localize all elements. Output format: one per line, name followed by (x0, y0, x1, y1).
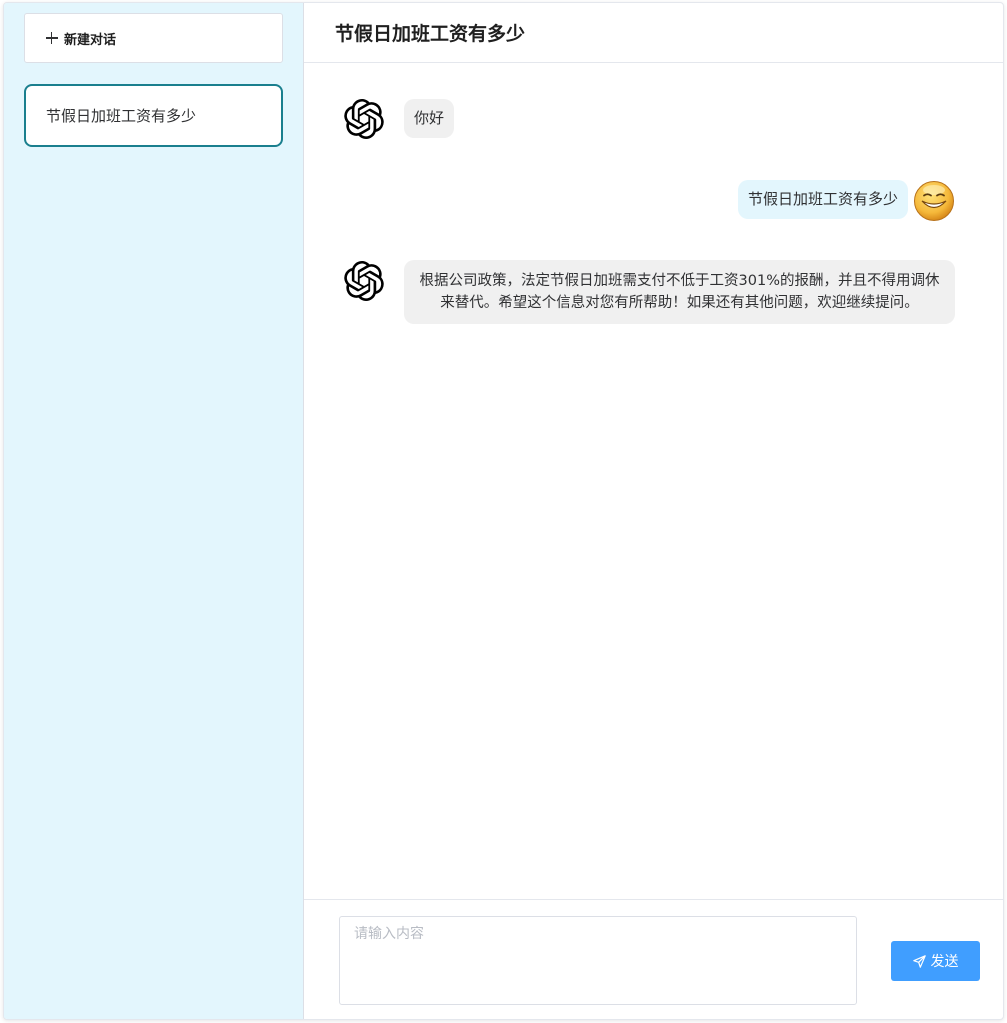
conversation-title: 节假日加班工资有多少 (46, 107, 197, 125)
chat-app-window: 新建对话 节假日加班工资有多少 节假日加班工资有多少 你好 节假日加班工资有多少 (3, 2, 1004, 1020)
send-button[interactable]: 发送 (891, 941, 980, 981)
plus-icon (46, 32, 58, 44)
composer: 发送 (304, 899, 1003, 1019)
smiley-avatar-icon (913, 180, 955, 222)
message-bubble-assistant: 你好 (404, 99, 455, 138)
paper-plane-icon (912, 954, 926, 968)
send-label: 发送 (930, 953, 959, 969)
sidebar: 新建对话 节假日加班工资有多少 (4, 3, 304, 1019)
new-chat-button[interactable]: 新建对话 (24, 13, 283, 63)
conversation-item-active[interactable]: 节假日加班工资有多少 (24, 84, 283, 147)
message-input[interactable] (339, 916, 857, 1005)
message-list[interactable]: 你好 节假日加班工资有多少 根据公司政策，法定节假日加班需支付不低于工资301%… (304, 63, 1003, 899)
openai-logo-icon (343, 260, 385, 302)
message-bubble-assistant: 根据公司政策，法定节假日加班需支付不低于工资301%的报酬，并且不得用调休来替代… (404, 260, 955, 324)
page-title: 节假日加班工资有多少 (335, 23, 526, 45)
message-bubble-user: 节假日加班工资有多少 (737, 180, 908, 219)
new-chat-label: 新建对话 (64, 32, 117, 48)
chat-header: 节假日加班工资有多少 (304, 3, 1003, 63)
openai-logo-icon (343, 98, 385, 140)
chat-main: 节假日加班工资有多少 你好 节假日加班工资有多少 根据公司政策，法定节假日加班需… (304, 3, 1003, 1019)
